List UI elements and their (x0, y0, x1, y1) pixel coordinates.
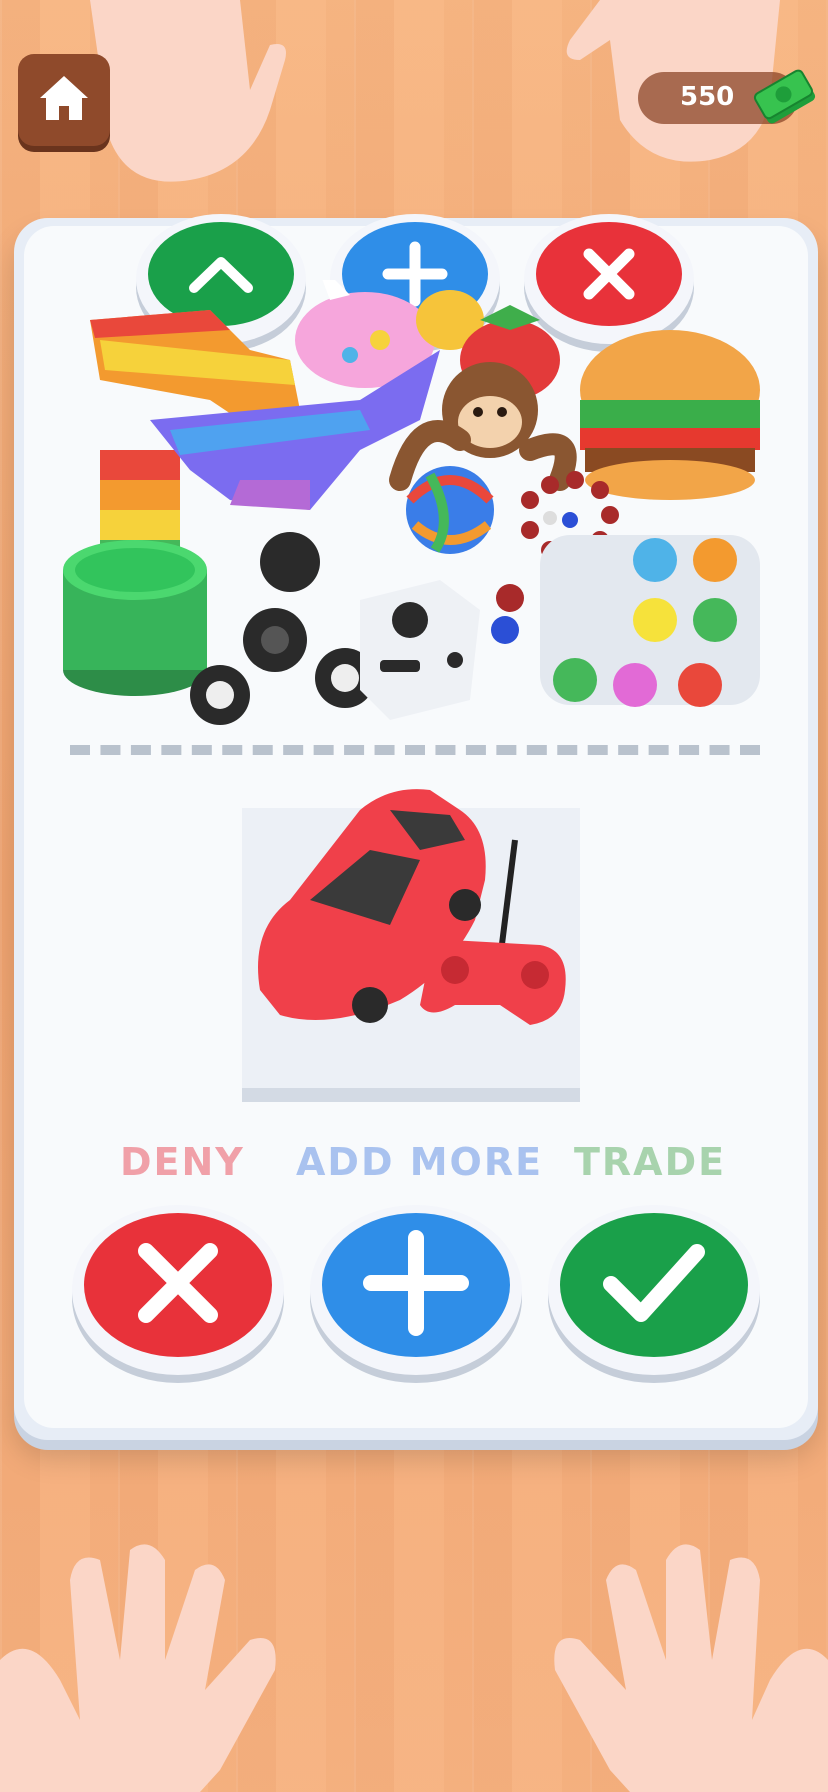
slime-jar (63, 540, 207, 696)
bottom-left-hand (0, 1544, 276, 1792)
home-button[interactable] (18, 54, 110, 146)
trade-button[interactable] (548, 1205, 760, 1375)
trade-label: TRADE (574, 1140, 727, 1184)
bead-blue (491, 616, 519, 644)
checkmark-icon (603, 1244, 705, 1323)
offered-toys-pile (63, 280, 760, 725)
rc-car-with-remote (258, 789, 566, 1025)
cash-amount: 550 (680, 82, 735, 112)
add-more-label: ADD MORE (296, 1140, 544, 1184)
close-icon (138, 1243, 218, 1324)
bottom-right-hand (554, 1544, 828, 1792)
cash-counter: 550 (638, 69, 816, 124)
deny-label: DENY (120, 1140, 245, 1184)
burger-squishy (580, 330, 760, 500)
board-divider (70, 745, 760, 755)
plus-icon (363, 1230, 469, 1337)
rubber-band-ball (406, 466, 494, 554)
fidget-spinner (190, 532, 375, 725)
home-icon (40, 76, 88, 120)
cash-icon (753, 69, 816, 124)
add-more-button[interactable] (310, 1205, 522, 1375)
deny-button[interactable] (72, 1205, 284, 1375)
simple-dimple (540, 535, 760, 707)
fidget-cube (360, 580, 480, 720)
pop-it-dinosaur (90, 310, 300, 420)
bead-red (496, 584, 524, 612)
